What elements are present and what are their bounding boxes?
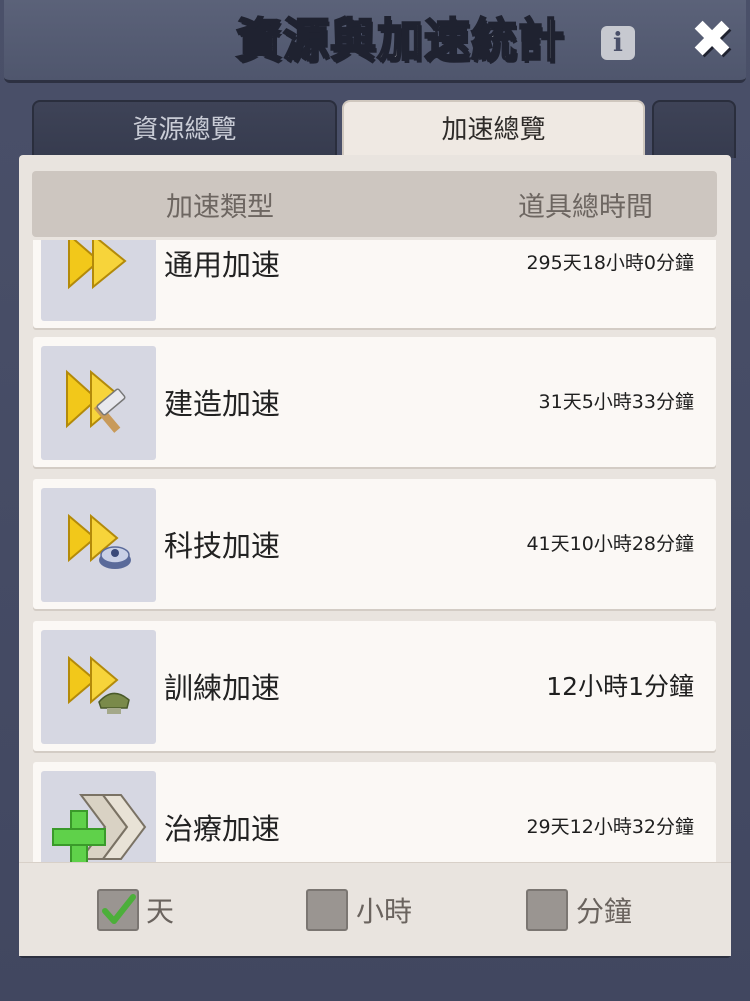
row-value: 29天12小時32分鐘 [526, 816, 694, 838]
dialog-header: 資源與加速統計 i ✖ [4, 0, 746, 83]
filter-hour-label: 小時 [356, 895, 413, 928]
speedup-healing-icon [41, 771, 156, 862]
row-value: 12小時1分鐘 [546, 672, 694, 701]
list-item: 訓練加速 12小時1分鐘 [33, 621, 716, 751]
speedup-general-icon [41, 240, 156, 321]
row-value: 41天10小時28分鐘 [526, 533, 694, 555]
row-value: 31天5小時33分鐘 [538, 391, 694, 413]
row-label: 治療加速 [164, 812, 281, 846]
list-item: 通用加速 295天18小時0分鐘 [33, 240, 716, 328]
dialog-title: 資源與加速統計 [235, 12, 565, 68]
row-label: 訓練加速 [164, 671, 281, 705]
filter-day-checkbox[interactable] [97, 889, 139, 931]
tab-speedup-overview[interactable]: 加速總覽 [342, 100, 645, 158]
column-header-type: 加速類型 [166, 192, 274, 223]
filter-minute-label: 分鐘 [576, 895, 633, 928]
info-button[interactable]: i [601, 26, 635, 60]
list-item: 科技加速 41天10小時28分鐘 [33, 479, 716, 609]
filter-hour-checkbox[interactable] [306, 889, 348, 931]
speedup-research-icon [41, 488, 156, 602]
list-item: 治療加速 29天12小時32分鐘 [33, 762, 716, 862]
filter-minute-checkbox[interactable] [526, 889, 568, 931]
row-label: 通用加速 [164, 248, 281, 282]
tab-more[interactable] [652, 100, 736, 158]
filter-day-label: 天 [146, 895, 175, 928]
row-value: 295天18小時0分鐘 [526, 252, 694, 274]
checkmark-icon [102, 894, 136, 924]
row-label: 科技加速 [164, 529, 281, 563]
close-button[interactable]: ✖ [686, 14, 738, 66]
speedup-list[interactable]: 通用加速 295天18小時0分鐘 建造加速 31天5小時33分鐘 科技加速 41… [0, 240, 750, 862]
tab-resource-overview[interactable]: 資源總覽 [32, 100, 337, 158]
row-label: 建造加速 [164, 387, 281, 421]
list-item: 建造加速 31天5小時33分鐘 [33, 337, 716, 467]
speedup-training-icon [41, 630, 156, 744]
speedup-build-icon [41, 346, 156, 460]
column-header-time: 道具總時間 [518, 192, 653, 223]
